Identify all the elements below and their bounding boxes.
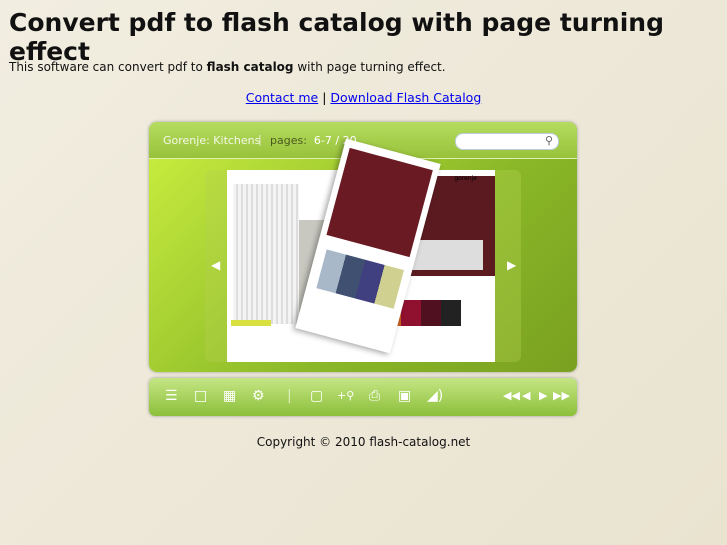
viewer-toolbar: ☰ □ ▦ ⚙ | ▢ +⚲ ⎙ ▣ ◢) ◀◀ ◀ ▶ ▶▶ [149,378,577,416]
last-page-icon[interactable]: ▶▶ [553,388,570,404]
bookmark-icon[interactable]: □ [194,388,207,404]
intro-after: with page turning effect. [293,60,446,74]
page-title: Convert pdf to flash catalog with page t… [9,8,664,66]
link-separator: | [322,90,327,105]
links: Contact me | Download Flash Catalog [0,90,727,105]
share-icon[interactable]: ⚙ [252,388,265,404]
previous-page-icon[interactable]: ◀ [522,388,530,404]
intro-text: This software can convert pdf to flash c… [9,60,446,74]
zoom-in-icon[interactable]: +⚲ [337,388,354,404]
flash-catalog-viewer: Gorenje: Kitchens | pages: 6-7 / 20 ⚲ go… [149,122,577,372]
contact-link[interactable]: Contact me [246,90,318,105]
table-of-contents-icon[interactable]: ☰ [165,388,178,404]
header-separator: | [258,133,262,146]
sound-icon[interactable]: ◢) [427,388,443,404]
first-page-icon[interactable]: ◀◀ [503,388,520,404]
download-link[interactable]: Download Flash Catalog [330,90,481,105]
next-page-arrow[interactable]: ▶ [507,258,516,272]
pages-label: pages: [270,134,307,147]
toolbar-divider: | [287,388,292,404]
search-icon[interactable]: ⚲ [545,134,553,147]
search-input[interactable]: ⚲ [455,133,559,150]
book-stage: gorenje [205,138,521,362]
print-icon[interactable]: ⎙ [369,388,380,404]
book-title: Gorenje: Kitchens [163,134,261,147]
next-page-icon[interactable]: ▶ [539,388,547,404]
intro-before: This software can convert pdf to [9,60,207,74]
copyright: Copyright © 2010 flash-catalog.net [256,435,471,449]
brand-logo: gorenje [454,175,477,182]
intro-bold: flash catalog [206,60,294,74]
thumbnails-icon[interactable]: ▦ [223,388,236,404]
prev-page-arrow[interactable]: ◀ [211,258,220,272]
save-icon[interactable]: ▣ [398,388,411,404]
fullscreen-icon[interactable]: ▢ [310,388,323,404]
